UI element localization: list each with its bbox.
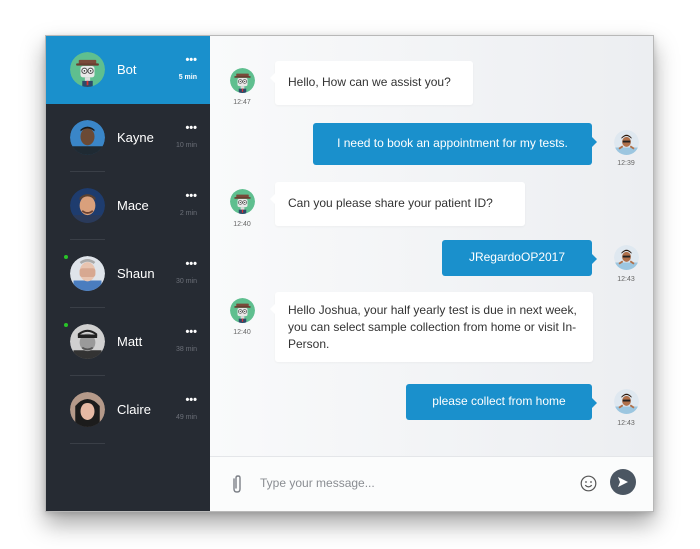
contact-claire[interactable]: Claire ••• 49 min: [46, 376, 210, 444]
contact-kayne[interactable]: Kayne ••• 10 min: [46, 104, 210, 172]
more-options-icon[interactable]: •••: [185, 123, 197, 134]
contact-time: 49 min: [175, 414, 197, 421]
message-bubble: JRegardoOP2017: [442, 240, 597, 276]
contact-name: Matt: [117, 334, 143, 349]
smiley-icon[interactable]: [580, 475, 597, 492]
contact-name: Bot: [117, 62, 137, 77]
chat-panel: 12:47 Hello, How can we assist you? I ne…: [210, 36, 653, 511]
message-bubble: please collect from home: [406, 384, 597, 420]
message-time: 12:40: [233, 329, 251, 336]
chat-window: Bot ••• 5 min Kayne ••• 10 min Mace ••• …: [45, 35, 654, 512]
bot-avatar: [230, 68, 255, 93]
message-time: 12:43: [617, 276, 635, 283]
contact-time: 5 min: [178, 74, 197, 81]
message-bubble: Hello Joshua, your half yearly test is d…: [270, 292, 593, 362]
message-time: 12:40: [233, 221, 251, 228]
contact-shaun[interactable]: Shaun ••• 30 min: [46, 240, 210, 308]
user-avatar: [614, 389, 639, 414]
bot-avatar: [70, 52, 105, 87]
divider: [70, 443, 105, 444]
contact-name: Kayne: [117, 130, 154, 145]
online-indicator: [64, 255, 68, 259]
message-input[interactable]: [260, 471, 570, 495]
message-composer: [210, 456, 653, 511]
message-time: 12:47: [233, 99, 251, 106]
contacts-sidebar: Bot ••• 5 min Kayne ••• 10 min Mace ••• …: [46, 36, 210, 511]
contact-name: Mace: [117, 198, 149, 213]
contact-time: 38 min: [175, 346, 197, 353]
message-time: 12:39: [617, 160, 635, 167]
bot-avatar: [230, 298, 255, 323]
send-button[interactable]: [610, 469, 636, 495]
paperclip-icon[interactable]: [230, 474, 244, 494]
more-options-icon[interactable]: •••: [185, 327, 197, 338]
contact-matt[interactable]: Matt ••• 38 min: [46, 308, 210, 376]
avatar: [70, 392, 105, 427]
message-bubble: Hello, How can we assist you?: [270, 61, 473, 105]
contact-time: 30 min: [175, 278, 197, 285]
contact-time: 2 min: [179, 210, 197, 217]
user-avatar: [614, 245, 639, 270]
avatar: [70, 120, 105, 155]
contact-bot[interactable]: Bot ••• 5 min: [46, 36, 210, 104]
more-options-icon[interactable]: •••: [185, 395, 197, 406]
bot-avatar: [230, 189, 255, 214]
more-options-icon[interactable]: •••: [185, 55, 197, 66]
contact-name: Claire: [117, 402, 151, 417]
message-bubble: Can you please share your patient ID?: [270, 182, 525, 226]
send-icon: [618, 477, 628, 487]
message-bubble: I need to book an appointment for my tes…: [313, 123, 597, 165]
contact-time: 10 min: [175, 142, 197, 149]
avatar: [70, 188, 105, 223]
avatar: [70, 256, 105, 291]
contact-mace[interactable]: Mace ••• 2 min: [46, 172, 210, 240]
message-list: 12:47 Hello, How can we assist you? I ne…: [210, 36, 653, 457]
more-options-icon[interactable]: •••: [185, 259, 197, 270]
online-indicator: [64, 323, 68, 327]
message-time: 12:43: [617, 420, 635, 427]
avatar: [70, 324, 105, 359]
more-options-icon[interactable]: •••: [185, 191, 197, 202]
user-avatar: [614, 130, 639, 155]
contact-name: Shaun: [117, 266, 155, 281]
